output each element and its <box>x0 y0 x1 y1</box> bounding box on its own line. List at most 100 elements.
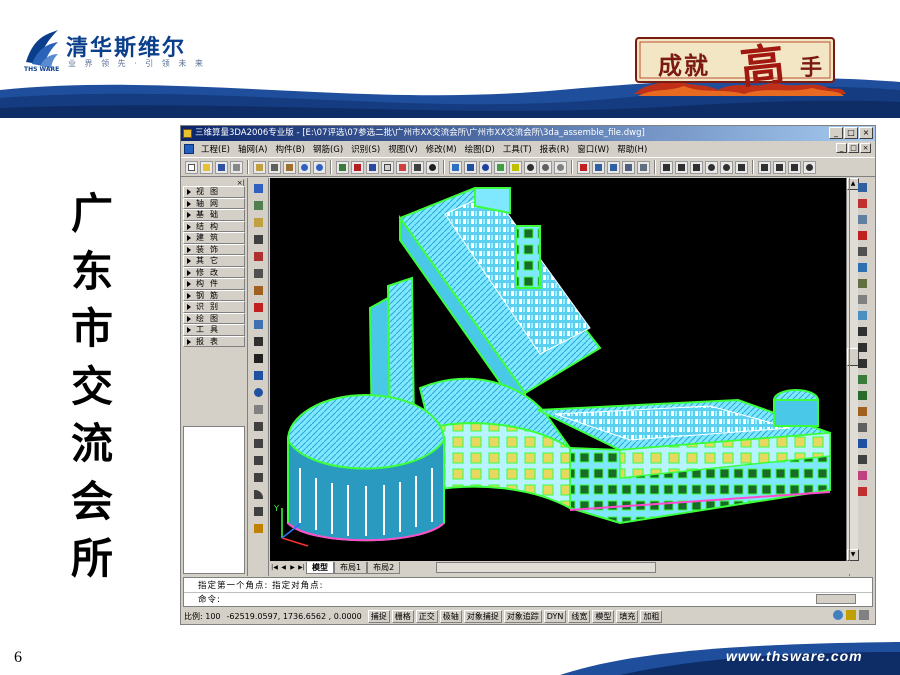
check-icon[interactable] <box>577 160 590 174</box>
ceiling-tool-icon[interactable] <box>856 405 869 418</box>
dimension-radius-icon[interactable] <box>705 160 718 174</box>
menu-window[interactable]: 窗口(W) <box>573 143 613 155</box>
doc-restore-button[interactable]: □ <box>848 143 859 153</box>
dimension-leader-icon[interactable] <box>735 160 748 174</box>
tab-first-arrow[interactable]: |◀ <box>270 562 279 573</box>
menu-rebar[interactable]: 钢筋(G) <box>309 143 347 155</box>
model-toggle[interactable]: 模型 <box>592 609 615 623</box>
scale-icon[interactable] <box>252 403 265 416</box>
command-scrollbar[interactable] <box>816 594 856 604</box>
menu-axis[interactable]: 轴网(A) <box>234 143 271 155</box>
command-prompt[interactable]: 命令: <box>198 593 221 605</box>
rotate-icon[interactable] <box>252 386 265 399</box>
layer-icon[interactable] <box>252 199 265 212</box>
menu-tools[interactable]: 工具(T) <box>499 143 536 155</box>
tab-layout1[interactable]: 布局1 <box>334 561 368 574</box>
window-tool-icon[interactable] <box>856 261 869 274</box>
tab-next-arrow[interactable]: ▶ <box>288 562 297 573</box>
dimension-diameter-icon[interactable] <box>720 160 733 174</box>
dimension-linear-icon[interactable] <box>660 160 673 174</box>
tab-layout2[interactable]: 布局2 <box>367 561 401 574</box>
fill-toggle[interactable]: 填充 <box>616 609 639 623</box>
beam-tool-icon[interactable] <box>856 213 869 226</box>
category-axis[interactable]: 轴网 <box>183 197 245 209</box>
print-icon[interactable] <box>230 160 243 174</box>
polar-toggle[interactable]: 极轴 <box>439 609 462 623</box>
menu-help[interactable]: 帮助(H) <box>613 143 651 155</box>
category-modify[interactable]: 修改 <box>183 266 245 278</box>
magnet-icon[interactable] <box>252 301 265 314</box>
dyn-toggle[interactable]: DYN <box>543 609 567 623</box>
zoom-window-icon[interactable] <box>539 160 552 174</box>
menu-report[interactable]: 报表(R) <box>536 143 574 155</box>
break-icon[interactable] <box>252 471 265 484</box>
window-titlebar[interactable]: 三维算量3DA2006专业版 - [E:\07评选\07参选二批\广州市XX交流… <box>181 126 875 141</box>
chamfer-icon[interactable] <box>252 505 265 518</box>
ortho-toggle[interactable]: 正交 <box>415 609 438 623</box>
category-other[interactable]: 其它 <box>183 255 245 267</box>
trim-icon[interactable] <box>252 437 265 450</box>
erase-icon[interactable] <box>252 250 265 263</box>
grid-toggle[interactable]: 栅格 <box>391 609 414 623</box>
clean-screen-icon[interactable] <box>859 610 869 620</box>
wall-tool-icon[interactable] <box>856 181 869 194</box>
doc-minimize-button[interactable]: _ <box>836 143 847 153</box>
summary-icon[interactable] <box>607 160 620 174</box>
viewport-horizontal-scrollbar[interactable] <box>436 562 656 573</box>
doc-close-button[interactable]: × <box>860 143 871 153</box>
move-arrows-icon[interactable] <box>252 352 265 365</box>
stretch-icon[interactable] <box>252 420 265 433</box>
menu-draw[interactable]: 绘图(D) <box>461 143 499 155</box>
save-icon[interactable] <box>215 160 228 174</box>
match-icon[interactable] <box>252 233 265 246</box>
copy-tool-icon[interactable] <box>252 318 265 331</box>
opening-tool-icon[interactable] <box>856 373 869 386</box>
menu-modify[interactable]: 修改(M) <box>422 143 461 155</box>
view-3d-icon[interactable] <box>449 160 462 174</box>
category-draw[interactable]: 绘图 <box>183 312 245 324</box>
menu-recognize[interactable]: 识别(S) <box>347 143 384 155</box>
column-tool-icon[interactable] <box>856 197 869 210</box>
brush-icon[interactable] <box>252 284 265 297</box>
communication-icon[interactable] <box>833 610 843 620</box>
dimension-continue-icon[interactable] <box>773 160 786 174</box>
document-icon[interactable] <box>184 144 194 154</box>
ramp-tool-icon[interactable] <box>856 293 869 306</box>
foundation-tool-icon[interactable] <box>856 341 869 354</box>
otrack-toggle[interactable]: 对象追踪 <box>503 609 542 623</box>
cad-viewport[interactable]: Y <box>270 178 846 561</box>
command-line-area[interactable]: 指定第一个角点: 指定对角点: 命令: <box>183 577 873 607</box>
osnap-toggle[interactable]: 对象捕捉 <box>463 609 502 623</box>
export-icon[interactable] <box>637 160 650 174</box>
redo-icon[interactable] <box>313 160 326 174</box>
roof-tool-icon[interactable] <box>856 309 869 322</box>
select-icon[interactable] <box>252 182 265 195</box>
category-recognize[interactable]: 识别 <box>183 301 245 313</box>
statistics-icon[interactable] <box>622 160 635 174</box>
category-decoration[interactable]: 装饰 <box>183 243 245 255</box>
category-view[interactable]: 视图 <box>183 186 245 198</box>
fillet-icon[interactable] <box>252 488 265 501</box>
cut-icon[interactable] <box>268 160 281 174</box>
category-architecture[interactable]: 建筑 <box>183 232 245 244</box>
open-folder-icon[interactable] <box>200 160 213 174</box>
copy-icon[interactable] <box>253 160 266 174</box>
category-structure[interactable]: 结构 <box>183 220 245 232</box>
lineweight-toggle[interactable]: 线宽 <box>568 609 591 623</box>
tab-prev-arrow[interactable]: ◀ <box>279 562 288 573</box>
stair-tool-icon[interactable] <box>856 277 869 290</box>
pile-tool-icon[interactable] <box>856 357 869 370</box>
table-icon[interactable] <box>351 160 364 174</box>
dimension-baseline-icon[interactable] <box>758 160 771 174</box>
menu-component[interactable]: 构件(B) <box>271 143 308 155</box>
explode-icon[interactable] <box>252 522 265 535</box>
pan-icon[interactable] <box>509 160 522 174</box>
dimension-arc-icon[interactable] <box>803 160 816 174</box>
bar-chart-icon[interactable] <box>592 160 605 174</box>
snap-toggle[interactable]: 捕捉 <box>367 609 390 623</box>
restore-button[interactable]: □ <box>844 127 858 139</box>
paste-icon[interactable] <box>283 160 296 174</box>
tab-model[interactable]: 模型 <box>306 561 334 574</box>
slab-tool-icon[interactable] <box>856 229 869 242</box>
dimension-aligned-icon[interactable] <box>675 160 688 174</box>
